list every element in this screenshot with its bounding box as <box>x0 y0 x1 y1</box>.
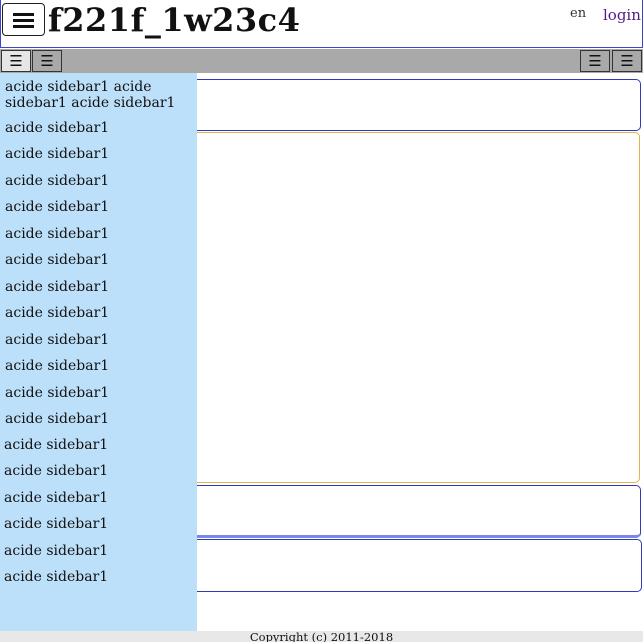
language-flag-image[interactable]: en <box>570 7 588 35</box>
align-justify-icon: ☰ <box>40 51 54 70</box>
align-justify-right-button[interactable]: ☰ <box>612 50 642 72</box>
login-link[interactable]: login <box>603 6 641 24</box>
site-title: f221f_1w23c4 <box>48 1 301 39</box>
page: f221f_1w23c4 en login ☰ ☰ ☰ ☰ acide side… <box>0 0 643 642</box>
hamburger-menu-icon <box>13 12 34 28</box>
align-right-icon: ☰ <box>588 51 602 70</box>
sidebar-item[interactable]: acide sidebar1 <box>5 385 190 401</box>
align-left-button[interactable]: ☰ <box>1 50 31 72</box>
sidebar-item[interactable]: acide sidebar1 <box>5 120 190 136</box>
sidebar-item[interactable]: acide sidebar1 <box>5 358 190 374</box>
align-justify-button[interactable]: ☰ <box>32 50 62 72</box>
footer-copyright: Copyright (c) 2011-2018 <box>0 631 643 642</box>
align-justify-icon: ☰ <box>620 51 634 70</box>
sidebar-item[interactable]: acide sidebar1 <box>5 332 190 348</box>
sidebar-item[interactable]: acide sidebar1 <box>5 173 190 189</box>
sidebar-item[interactable]: acide sidebar1 <box>5 411 190 427</box>
sidebar-item[interactable]: acide sidebar1 <box>5 226 190 242</box>
toolbar: ☰ ☰ ☰ ☰ <box>0 49 643 73</box>
sidebar-item[interactable]: acide sidebar1 acide sidebar1 acide side… <box>5 79 190 111</box>
sidebar-item[interactable]: acide sidebar1 <box>5 305 190 321</box>
menu-button[interactable] <box>2 3 45 36</box>
align-right-button[interactable]: ☰ <box>580 50 610 72</box>
sidebar-item[interactable]: acide sidebar1 <box>4 569 189 585</box>
sidebar: acide sidebar1 acide sidebar1 acide side… <box>0 73 197 631</box>
sidebar-item[interactable]: acide sidebar1 <box>5 146 190 162</box>
sidebar-item[interactable]: acide sidebar1 <box>4 437 189 453</box>
header: f221f_1w23c4 en login <box>0 0 643 48</box>
sidebar-item[interactable]: acide sidebar1 <box>4 463 189 479</box>
sidebar-item[interactable]: acide sidebar1 <box>5 199 190 215</box>
sidebar-item[interactable]: acide sidebar1 <box>4 490 189 506</box>
sidebar-item[interactable]: acide sidebar1 <box>5 252 190 268</box>
align-left-icon: ☰ <box>9 51 23 70</box>
sidebar-item[interactable]: acide sidebar1 <box>5 279 190 295</box>
sidebar-item[interactable]: acide sidebar1 <box>4 516 189 532</box>
sidebar-item[interactable]: acide sidebar1 <box>4 543 189 559</box>
